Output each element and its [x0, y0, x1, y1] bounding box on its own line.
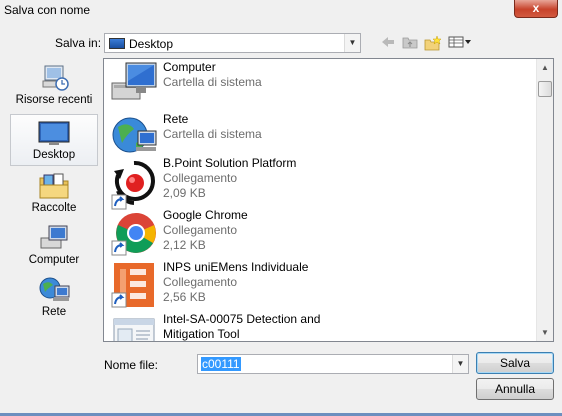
list-item[interactable]: B.Point Solution Platform Collegamento 2… [108, 155, 538, 210]
computer-icon [37, 224, 71, 252]
list-item[interactable]: Intel-SA-00075 Detection and Mitigation … [108, 311, 538, 341]
new-folder-icon[interactable] [424, 35, 442, 51]
file-list[interactable]: Computer Cartella di sistema Rete Cartel… [103, 58, 554, 342]
title-bar: Salva con nome x [0, 0, 562, 20]
inps-icon [110, 261, 158, 309]
desktop-icon [109, 38, 125, 49]
place-label: Desktop [32, 149, 76, 161]
chrome-icon [110, 209, 158, 257]
scroll-down-icon[interactable]: ▼ [537, 324, 553, 341]
network-icon [37, 276, 71, 304]
network-icon [110, 113, 158, 161]
place-recent[interactable]: Risorse recenti [10, 60, 98, 112]
up-folder-icon[interactable] [402, 35, 418, 51]
list-item[interactable]: Google Chrome Collegamento 2,12 KB [108, 207, 538, 259]
chevron-down-icon[interactable]: ▼ [452, 355, 468, 373]
bpoint-icon [110, 157, 158, 213]
computer-icon [110, 61, 158, 109]
file-type: Collegamento [163, 223, 238, 237]
place-label: Rete [41, 306, 67, 318]
file-type: Cartella di sistema [163, 127, 262, 141]
place-label: Risorse recenti [15, 94, 93, 106]
file-size: 2,12 KB [163, 238, 206, 252]
desktop-icon [37, 119, 71, 147]
chevron-down-icon[interactable]: ▼ [344, 34, 360, 52]
place-desktop[interactable]: Desktop [10, 114, 98, 166]
file-name: Mitigation Tool [163, 327, 240, 341]
file-name: Rete [163, 112, 189, 126]
view-menu-icon[interactable] [448, 35, 472, 51]
file-name: INPS uniEMens Individuale [163, 260, 309, 274]
save-in-label: Salva in: [55, 36, 102, 50]
places-bar: Risorse recenti Desktop Raccolte Compute… [8, 58, 98, 342]
file-type: Cartella di sistema [163, 75, 262, 89]
vertical-scrollbar[interactable]: ▲ ▼ [536, 59, 553, 341]
list-item[interactable]: INPS uniEMens Individuale Collegamento 2… [108, 259, 538, 311]
file-size: 2,56 KB [163, 290, 206, 304]
file-name-label: Nome file: [104, 358, 159, 372]
file-name: Computer [163, 60, 216, 74]
save-button[interactable]: Salva [476, 352, 554, 374]
libraries-icon [37, 172, 71, 200]
scroll-thumb[interactable] [538, 81, 552, 97]
cancel-button[interactable]: Annulla [476, 378, 554, 400]
file-type: Collegamento [163, 171, 238, 185]
recent-places-icon [37, 64, 71, 92]
intel-tool-icon [110, 313, 158, 341]
file-type: Collegamento [163, 275, 238, 289]
place-label: Computer [28, 254, 80, 266]
file-size: 2,09 KB [163, 186, 206, 200]
window-title: Salva con nome [4, 3, 91, 17]
file-name: Google Chrome [163, 208, 248, 222]
file-name: B.Point Solution Platform [163, 156, 297, 170]
place-libraries[interactable]: Raccolte [10, 168, 98, 220]
file-name: Intel-SA-00075 Detection and [163, 312, 321, 326]
place-computer[interactable]: Computer [10, 220, 98, 272]
place-label: Raccolte [31, 202, 77, 214]
file-name-field[interactable]: c00111 ▼ [197, 354, 469, 374]
scroll-up-icon[interactable]: ▲ [537, 59, 553, 76]
save-in-dropdown[interactable]: Desktop ▼ [104, 33, 361, 53]
place-network[interactable]: Rete [10, 272, 98, 324]
close-button[interactable]: x [514, 0, 558, 18]
back-arrow-icon[interactable] [381, 35, 395, 51]
list-item[interactable]: Computer Cartella di sistema [108, 59, 538, 111]
file-name-value[interactable]: c00111 [201, 357, 241, 371]
save-in-value: Desktop [129, 37, 174, 51]
